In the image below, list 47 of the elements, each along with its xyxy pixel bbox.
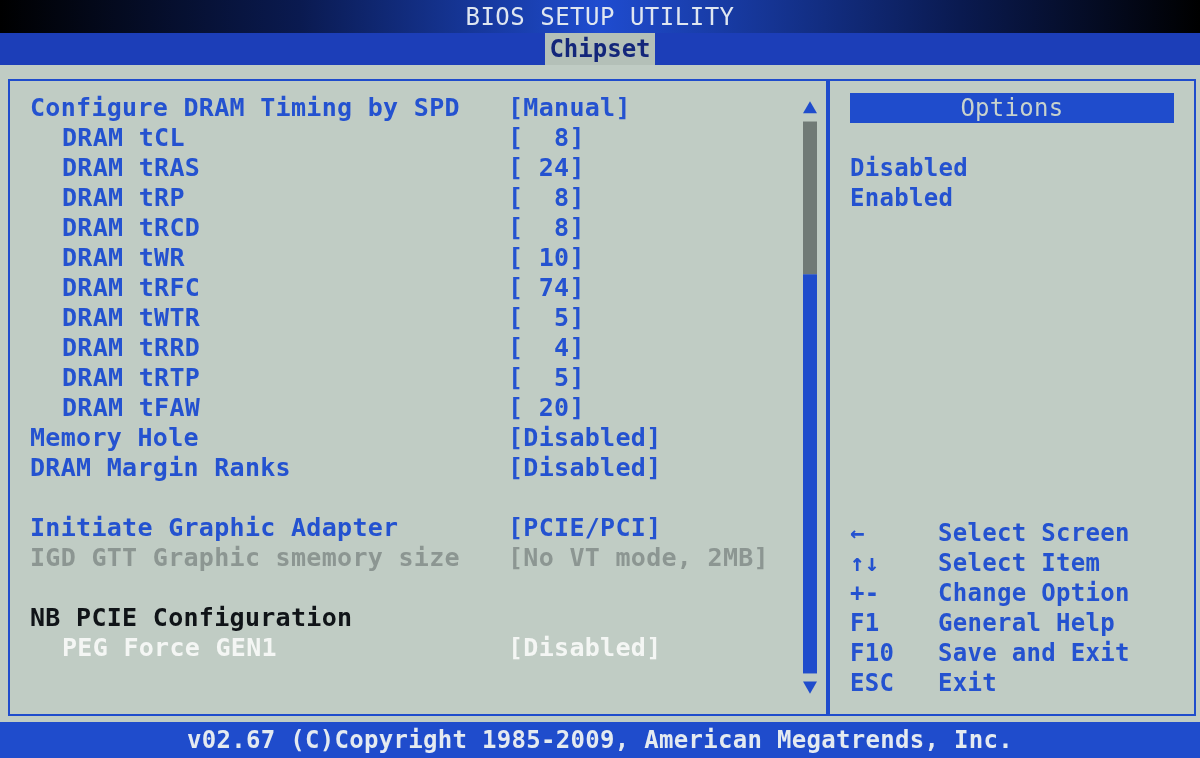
setting-label[interactable]: DRAM tRP — [62, 183, 185, 213]
key-name: F1 — [850, 608, 881, 638]
setting-label[interactable]: Memory Hole — [30, 423, 199, 453]
key-action: Select Item — [938, 548, 1102, 578]
setting-label[interactable]: DRAM tRFC — [62, 273, 201, 303]
setting-value[interactable]: [Manual] — [508, 93, 631, 123]
setting-value[interactable]: [ 24] — [508, 153, 585, 183]
setting-label[interactable]: DRAM tFAW — [62, 393, 201, 423]
setting-value[interactable]: [ 8] — [508, 123, 585, 153]
setting-label[interactable]: Configure DRAM Timing by SPD — [30, 93, 460, 123]
setting-label[interactable]: DRAM tWTR — [62, 303, 201, 333]
tab[interactable]: Chipset — [545, 33, 655, 65]
key-action: Change Option — [938, 578, 1130, 608]
key-name: ↑↓ — [850, 548, 881, 578]
key-action: Save and Exit — [938, 638, 1130, 668]
setting-value[interactable]: [PCIE/PCI] — [508, 513, 662, 543]
setting-label[interactable]: DRAM tCL — [62, 123, 185, 153]
setting-value[interactable]: [Disabled] — [508, 423, 662, 453]
setting-label[interactable]: DRAM Margin Ranks — [30, 453, 291, 483]
key-name: F10 — [850, 638, 896, 668]
setting-label[interactable]: DRAM tWR — [62, 243, 185, 273]
setting-value[interactable]: [Disabled] — [508, 453, 662, 483]
setting-value[interactable]: [ 74] — [508, 273, 585, 303]
setting-label[interactable]: DRAM tRCD — [62, 213, 201, 243]
key-action: Exit — [938, 668, 998, 698]
setting-value[interactable]: [ 10] — [508, 243, 585, 273]
setting-value[interactable]: [ 5] — [508, 363, 585, 393]
options-heading: Options — [850, 93, 1174, 123]
copyright-text: v02.67 (C)Copyright 1985-2009, American Megatrends, Inc. — [187, 726, 1013, 754]
key-action: General Help — [938, 608, 1116, 638]
key-name: ← — [850, 518, 866, 548]
setting-value[interactable]: [ 8] — [508, 213, 585, 243]
key-action: Select Screen — [938, 518, 1130, 548]
section-heading: NB PCIE Configuration — [30, 603, 353, 633]
setting-label[interactable]: DRAM tRTP — [62, 363, 201, 393]
key-name: +- — [850, 578, 881, 608]
setting-value[interactable]: [ 20] — [508, 393, 585, 423]
setting-value[interactable]: [ 4] — [508, 333, 585, 363]
key-name: ESC — [850, 668, 896, 698]
setting-label[interactable]: DRAM tRRD — [62, 333, 201, 363]
setting-value[interactable]: [ 8] — [508, 183, 585, 213]
setting-label[interactable]: Initiate Graphic Adapter — [30, 513, 399, 543]
option-item: Disabled — [850, 153, 968, 183]
setting-label[interactable]: DRAM tRAS — [62, 153, 201, 183]
setting-value[interactable]: [ 5] — [508, 303, 585, 333]
option-item: Enabled — [850, 183, 954, 213]
window-title: BIOS SETUP UTILITY — [465, 2, 735, 31]
